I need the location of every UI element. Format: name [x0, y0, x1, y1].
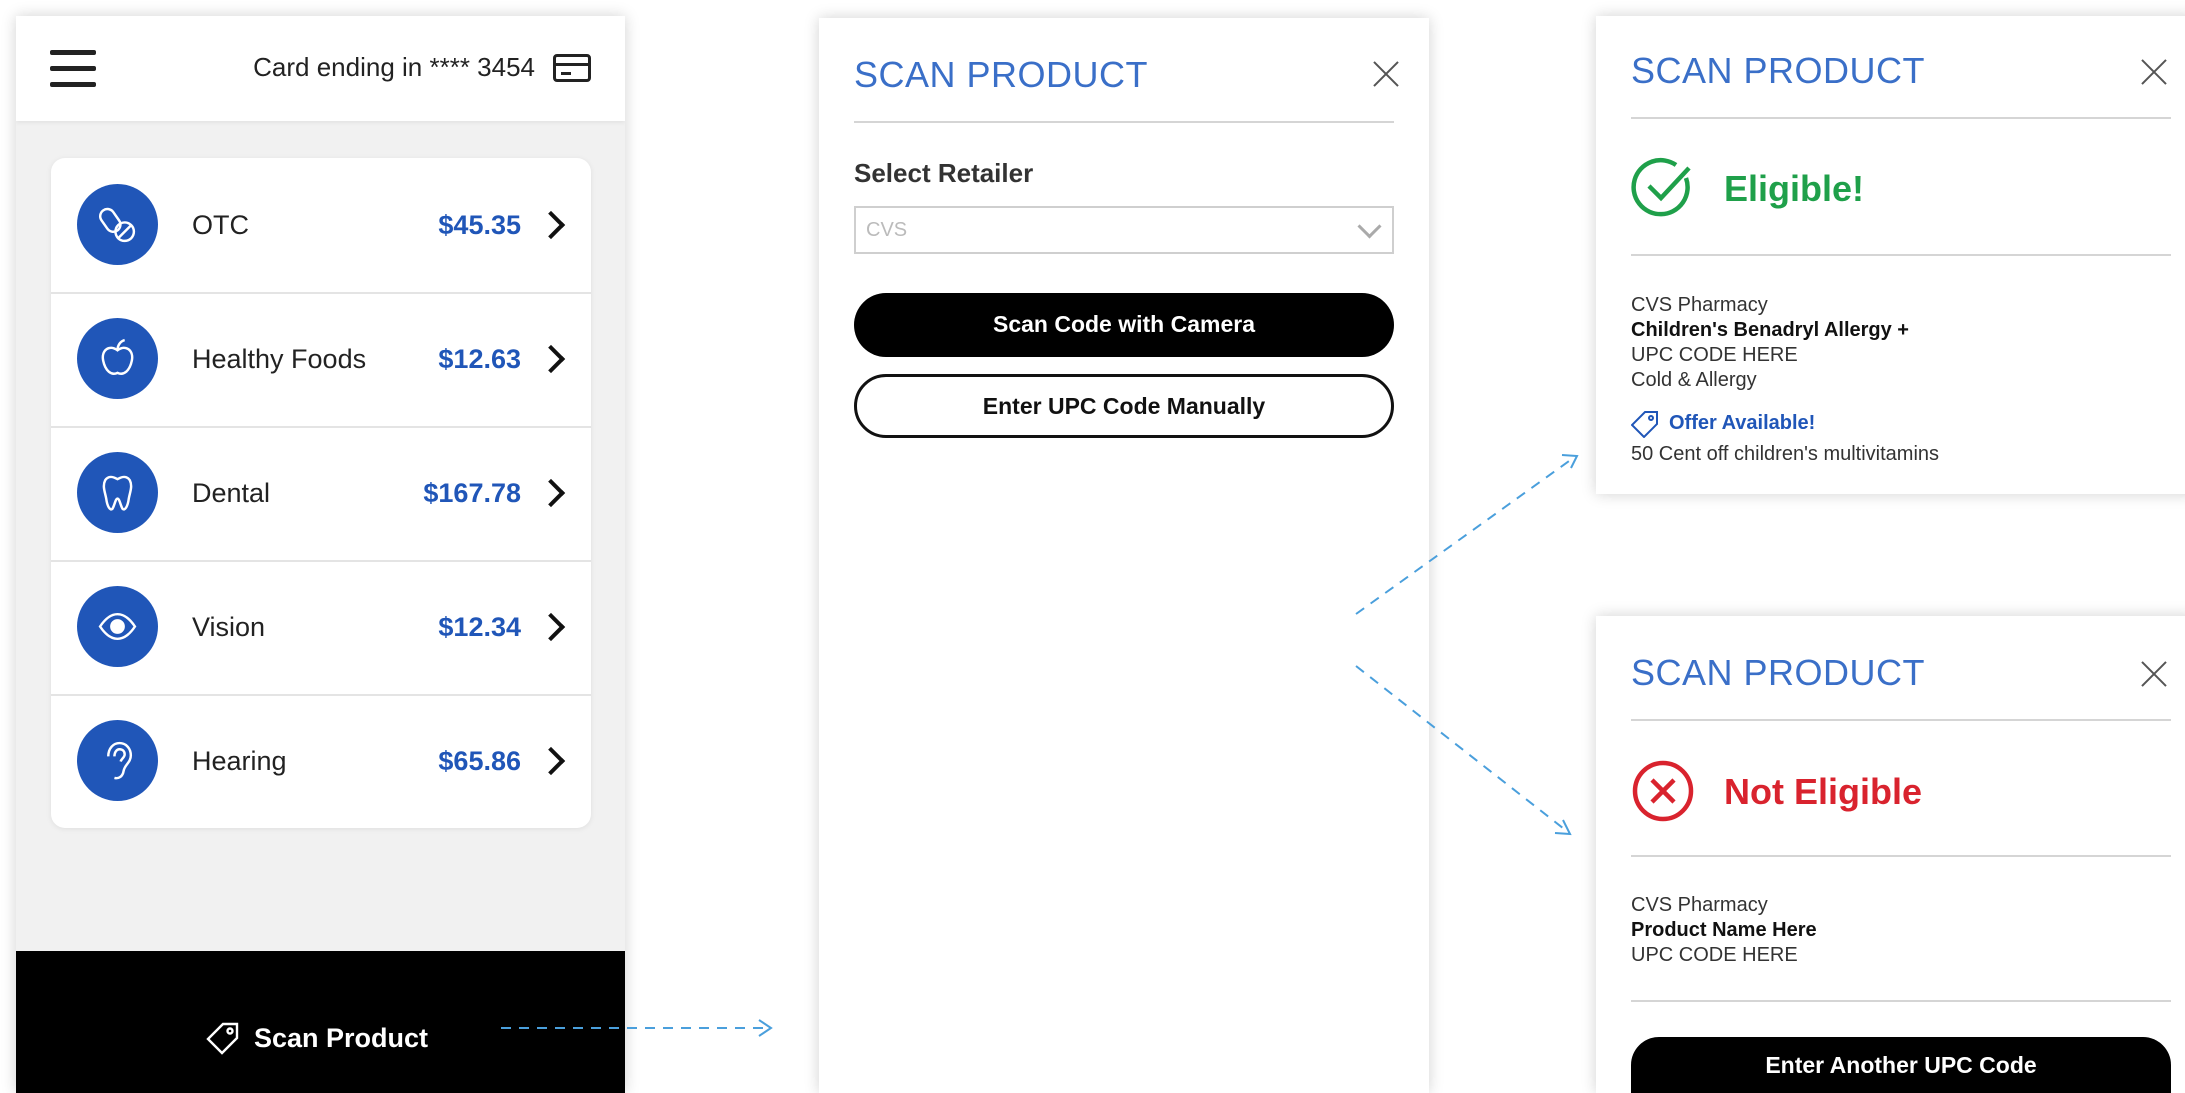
benefit-label: Vision: [192, 612, 266, 642]
benefit-label: Hearing: [192, 746, 287, 776]
ear-icon: [77, 720, 158, 801]
retailer-selected-value: CVS: [866, 219, 908, 241]
upc-code: UPC CODE HERE: [1631, 344, 1798, 366]
arrowhead-icon: [1561, 454, 1579, 469]
benefit-row-hearing[interactable]: Hearing $65.86: [51, 694, 591, 828]
chevron-down-icon: [1357, 214, 1382, 239]
benefit-amount: $12.63: [438, 344, 521, 374]
modal-title: SCAN PRODUCT: [854, 54, 1149, 95]
credit-card-icon: [553, 54, 591, 82]
divider: [1631, 254, 2171, 256]
app-header: Card ending in **** 3454: [16, 16, 625, 121]
divider: [1631, 719, 2171, 721]
benefit-row-otc[interactable]: OTC $45.35: [51, 158, 591, 294]
apple-icon: [77, 318, 158, 399]
chevron-right-icon: [536, 210, 566, 240]
offer-available-label: Offer Available!: [1669, 412, 1816, 434]
divider: [1631, 855, 2171, 857]
benefit-amount: $65.86: [438, 746, 521, 776]
modal-title: SCAN PRODUCT: [1631, 50, 1926, 91]
benefit-amount: $45.35: [438, 210, 521, 240]
scan-product-modal: SCAN PRODUCT Select Retailer CVS Scan Co…: [819, 18, 1429, 1093]
store-name: CVS Pharmacy: [1631, 294, 1768, 316]
not-eligible-result-modal: SCAN PRODUCT Not Eligible CVS Pharmacy P…: [1596, 616, 2185, 1093]
phone-home-screen: Card ending in **** 3454 OTC $45.35 Heal…: [16, 16, 625, 1093]
pills-icon: [77, 184, 158, 265]
benefit-amount: $12.34: [438, 612, 521, 642]
divider: [1631, 1000, 2171, 1002]
scan-product-button[interactable]: Scan Product: [16, 951, 625, 1093]
eligibility-status: Not Eligible: [1724, 771, 1922, 812]
select-retailer-label: Select Retailer: [854, 158, 1034, 188]
retailer-select[interactable]: CVS: [854, 206, 1394, 254]
arrowhead-icon: [1554, 819, 1572, 836]
scan-with-camera-button[interactable]: Scan Code with Camera: [854, 293, 1394, 357]
store-name: CVS Pharmacy: [1631, 894, 1768, 916]
chevron-right-icon: [536, 612, 566, 642]
product-name: Product Name Here: [1631, 919, 1817, 941]
benefit-label: Healthy Foods: [192, 344, 367, 374]
benefit-label: OTC: [192, 210, 249, 240]
hamburger-menu-icon[interactable]: [50, 46, 96, 90]
close-icon[interactable]: [2140, 660, 2168, 688]
benefit-row-healthy-foods[interactable]: Healthy Foods $12.63: [51, 292, 591, 428]
enter-another-upc-button[interactable]: Enter Another UPC Code: [1631, 1037, 2171, 1093]
card-ending-text: Card ending in **** 3454: [253, 52, 535, 82]
tag-icon: [1631, 411, 1658, 438]
close-icon[interactable]: [2140, 58, 2168, 86]
x-circle-icon: [1632, 760, 1694, 822]
chevron-right-icon: [536, 478, 566, 508]
arrowhead-icon: [758, 1019, 773, 1037]
eye-icon: [77, 586, 158, 667]
divider: [854, 121, 1394, 123]
benefit-amount: $167.78: [423, 478, 521, 508]
chevron-right-icon: [536, 344, 566, 374]
benefit-row-dental[interactable]: Dental $167.78: [51, 426, 591, 562]
benefit-row-vision[interactable]: Vision $12.34: [51, 560, 591, 696]
product-name: Children's Benadryl Allergy +: [1631, 319, 1909, 341]
tooth-icon: [77, 452, 158, 533]
scan-product-label: Scan Product: [254, 1023, 429, 1053]
divider: [1631, 117, 2171, 119]
enter-upc-manually-button[interactable]: Enter UPC Code Manually: [854, 374, 1394, 438]
chevron-right-icon: [536, 746, 566, 776]
tag-icon: [206, 1022, 239, 1055]
upc-code: UPC CODE HERE: [1631, 944, 1798, 966]
eligibility-status: Eligible!: [1724, 168, 1865, 209]
product-category: Cold & Allergy: [1631, 369, 1757, 391]
eligible-result-modal: SCAN PRODUCT Eligible! CVS Pharmacy Chil…: [1596, 16, 2185, 494]
close-icon[interactable]: [1372, 60, 1400, 88]
benefit-label: Dental: [192, 478, 271, 508]
modal-title: SCAN PRODUCT: [1631, 652, 1926, 693]
benefit-list: OTC $45.35 Healthy Foods $12.63 Dental $…: [51, 158, 591, 828]
check-circle-icon: [1631, 157, 1691, 217]
offer-detail: 50 Cent off children's multivitamins: [1631, 443, 1940, 465]
